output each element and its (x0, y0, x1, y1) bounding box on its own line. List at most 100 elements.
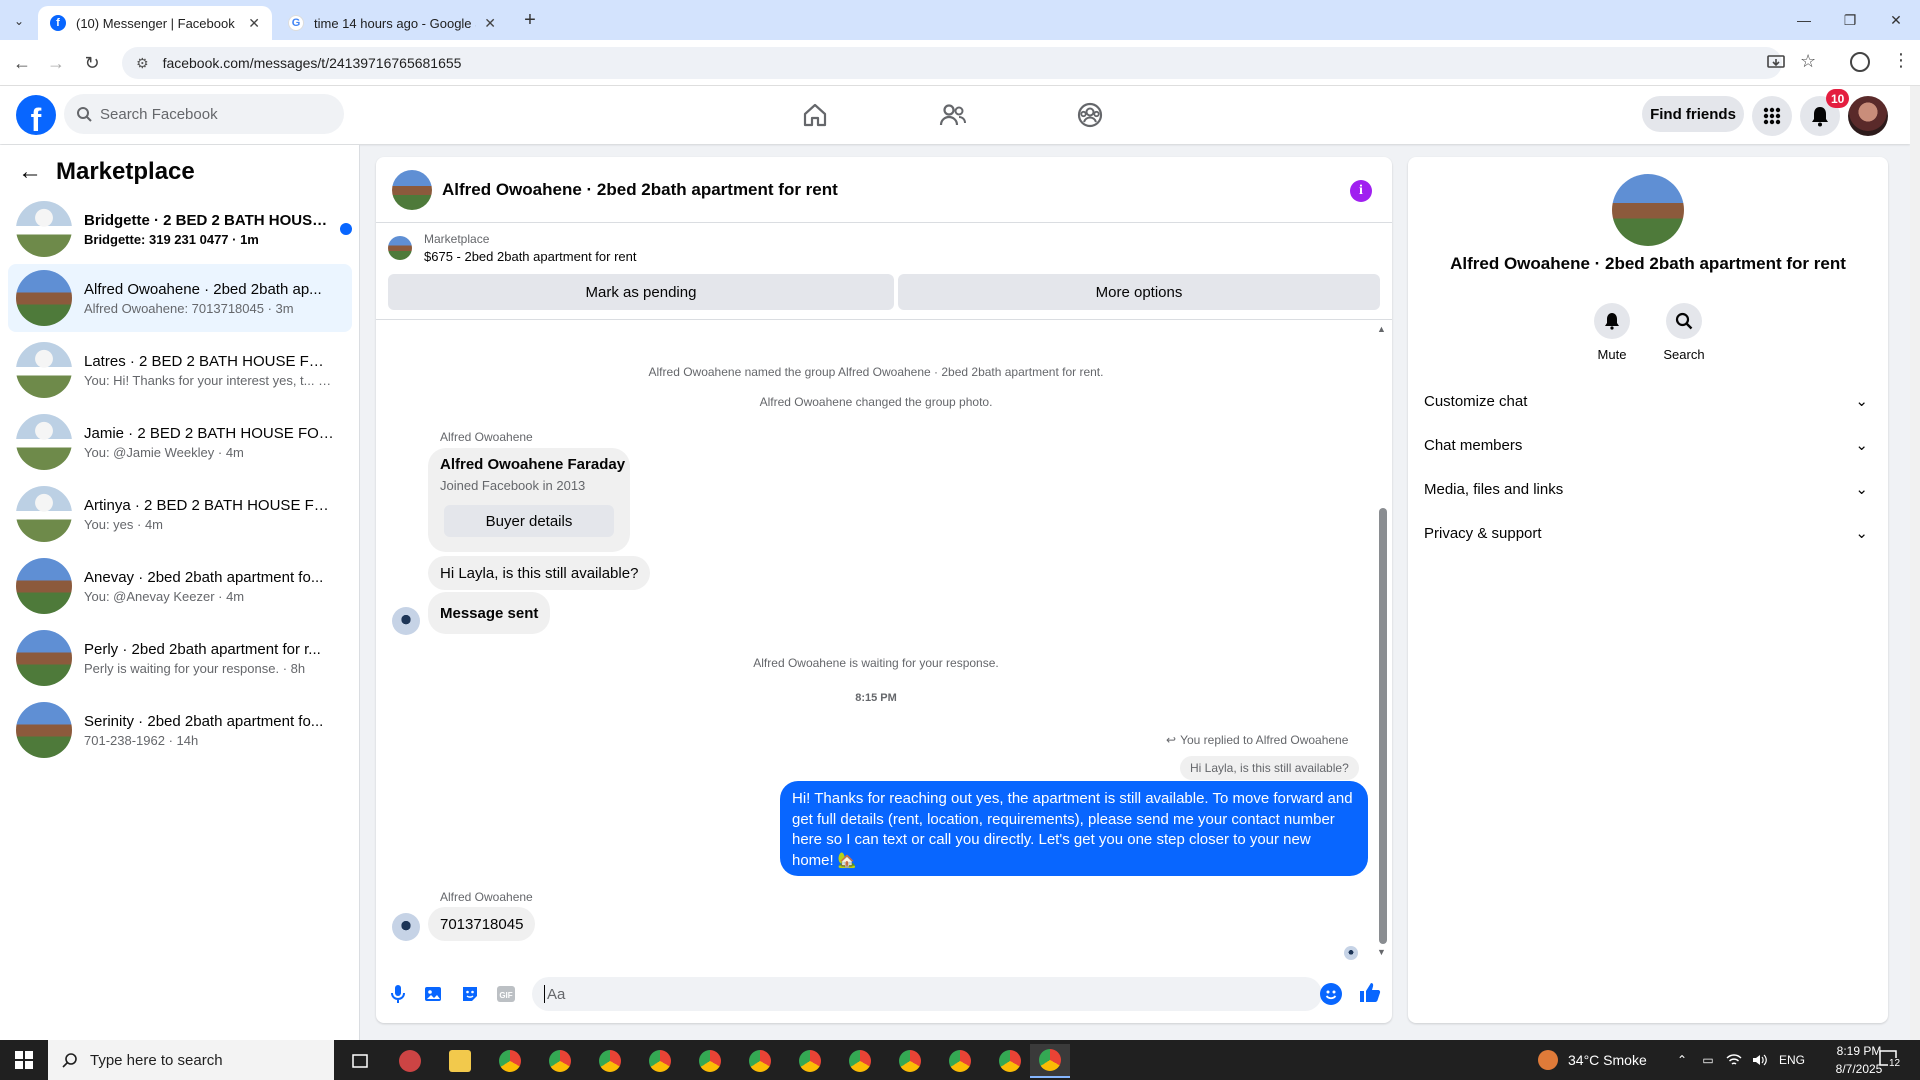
conversation-item-serinity[interactable]: Serinity · 2bed 2bath apartment fo... 701… (8, 696, 352, 764)
sticker-icon[interactable] (458, 982, 482, 1006)
site-info-icon[interactable]: ⚙ (136, 55, 149, 72)
close-window-icon[interactable]: ✕ (1876, 8, 1916, 32)
chrome-icon[interactable] (740, 1044, 780, 1078)
privacy-support-section[interactable]: Privacy & support ⌄ (1424, 515, 1872, 551)
chrome-icon[interactable] (540, 1044, 580, 1078)
show-hidden-icons-icon[interactable]: ⌃ (1670, 1040, 1694, 1080)
new-tab-icon[interactable]: + (518, 8, 542, 32)
volume-icon[interactable] (1748, 1040, 1772, 1080)
reply-label: You replied to Alfred Owoahene (1180, 733, 1349, 747)
incoming-message[interactable]: 7013718045 (428, 907, 536, 941)
chrome-icon[interactable] (790, 1044, 830, 1078)
windows-start-icon[interactable] (0, 1040, 48, 1080)
quoted-message[interactable]: Hi Layla, is this still available? (1180, 756, 1359, 780)
weather-icon (1538, 1050, 1558, 1070)
groups-icon[interactable] (1070, 98, 1110, 132)
menu-grid-icon[interactable] (1752, 96, 1792, 136)
message-input[interactable]: Aa (532, 977, 1322, 1011)
conversation-item-artinya[interactable]: Artinya · 2 BED 2 BATH HOUSE FO... You: y… (8, 480, 352, 548)
conversation-item-jamie[interactable]: Jamie · 2 BED 2 BATH HOUSE FOR ... You: @… (8, 408, 352, 476)
friends-icon[interactable] (933, 98, 973, 132)
weather-widget[interactable]: 34°C Smoke (1538, 1040, 1647, 1080)
outgoing-message[interactable]: Hi! Thanks for reaching out yes, the apa… (780, 781, 1368, 876)
browser-menu-icon[interactable]: ⋮ (1892, 50, 1910, 71)
chat-members-section[interactable]: Chat members ⌄ (1424, 427, 1872, 463)
chrome-icon[interactable] (640, 1044, 680, 1078)
conversation-item-anevay[interactable]: Anevay · 2bed 2bath apartment fo... You: … (8, 552, 352, 620)
customize-chat-section[interactable]: Customize chat ⌄ (1424, 383, 1872, 419)
taskbar-search-placeholder: Type here to search (90, 1051, 223, 1069)
close-tab-icon[interactable]: ✕ (248, 15, 260, 32)
page-scrollbar[interactable] (1910, 86, 1920, 1040)
chrome-icon[interactable] (840, 1044, 880, 1078)
microphone-icon[interactable] (386, 982, 410, 1006)
restore-icon[interactable]: ❐ (1830, 8, 1870, 32)
scroll-up-arrow-icon[interactable]: ▲ (1377, 324, 1386, 334)
meet-now-icon[interactable]: ▭ (1696, 1040, 1720, 1080)
conversation-item-perly[interactable]: Perly · 2bed 2bath apartment for r... Per… (8, 624, 352, 692)
sender-avatar[interactable] (392, 913, 420, 941)
find-friends-button[interactable]: Find friends (1642, 96, 1744, 132)
listing-title: $675 - 2bed 2bath apartment for rent (424, 249, 637, 264)
scroll-down-arrow-icon[interactable]: ▼ (1377, 947, 1386, 957)
chrome-icon[interactable] (590, 1044, 630, 1078)
group-avatar[interactable] (1612, 174, 1684, 246)
file-explorer-icon[interactable] (440, 1044, 480, 1078)
chat-title[interactable]: Alfred Owoahene · 2bed 2bath apartment f… (442, 180, 838, 200)
home-icon[interactable] (795, 98, 835, 132)
reload-icon[interactable]: ↻ (80, 51, 104, 75)
address-bar[interactable]: ⚙ facebook.com/messages/t/24139716765681… (122, 47, 1782, 79)
chrome-icon[interactable] (690, 1044, 730, 1078)
incoming-message[interactable]: Message sent (428, 592, 551, 634)
gif-icon[interactable]: GIF (494, 982, 518, 1006)
account-avatar[interactable] (1848, 96, 1888, 136)
media-files-links-section[interactable]: Media, files and links ⌄ (1424, 471, 1872, 507)
chat-scrollbar[interactable] (1379, 508, 1387, 944)
task-view-icon[interactable] (340, 1044, 380, 1078)
wifi-icon[interactable] (1722, 1040, 1746, 1080)
taskbar-search-input[interactable]: Type here to search (48, 1040, 334, 1080)
notification-center-icon[interactable]: 12 (1878, 1048, 1902, 1070)
back-icon[interactable]: ← (10, 51, 34, 75)
mute-button[interactable]: Mute (1580, 303, 1644, 362)
language-indicator[interactable]: ENG (1774, 1040, 1810, 1080)
conversation-info-panel (1408, 157, 1888, 1023)
tab-title: time 14 hours ago - Google Sea (314, 15, 476, 31)
minimize-icon[interactable]: — (1784, 8, 1824, 32)
bookmark-star-icon[interactable]: ☆ (1800, 51, 1816, 72)
incoming-message[interactable]: Hi Layla, is this still available? (428, 556, 651, 590)
search-in-conversation-button[interactable]: Search (1652, 303, 1716, 362)
sender-avatar[interactable] (392, 607, 420, 635)
like-thumbs-up-icon[interactable] (1358, 981, 1382, 1005)
listing-thumbnail (16, 201, 72, 257)
listing-summary[interactable]: Marketplace $675 - 2bed 2bath apartment … (388, 232, 636, 264)
marketplace-label: Marketplace (424, 232, 490, 246)
tab-google[interactable]: G time 14 hours ago - Google Sea ✕ (276, 6, 508, 40)
buyer-details-button[interactable]: Buyer details (444, 505, 614, 537)
forward-icon[interactable]: → (44, 51, 68, 75)
profile-icon[interactable] (1850, 52, 1870, 72)
chrome-icon[interactable] (490, 1044, 530, 1078)
install-app-icon[interactable] (1766, 53, 1786, 73)
tab-search-icon[interactable]: ⌄ (8, 10, 30, 32)
chrome-icon[interactable] (890, 1044, 930, 1078)
facebook-logo-icon[interactable]: f (16, 95, 56, 135)
conversation-item-bridgette[interactable]: Bridgette · 2 BED 2 BATH HOUSE... Bridget… (8, 195, 352, 263)
facebook-search-input[interactable]: Search Facebook (64, 94, 344, 134)
emoji-icon[interactable] (1320, 983, 1342, 1005)
more-options-button[interactable]: More options (898, 274, 1380, 310)
chrome-icon[interactable] (1030, 1044, 1070, 1078)
conversation-preview: Alfred Owoahene: 7013718045 · 3m (84, 300, 294, 316)
conversation-info-icon[interactable]: i (1350, 180, 1372, 202)
conversation-item-alfred[interactable]: Alfred Owoahene · 2bed 2bath ap... Alfred… (8, 264, 352, 332)
chrome-icon[interactable] (940, 1044, 980, 1078)
tab-messenger[interactable]: f (10) Messenger | Facebook ✕ (38, 6, 272, 40)
chrome-icon[interactable] (990, 1044, 1030, 1078)
close-tab-icon[interactable]: ✕ (484, 15, 496, 32)
chat-avatar[interactable] (392, 169, 432, 210)
photo-icon[interactable] (422, 982, 446, 1006)
mark-as-pending-button[interactable]: Mark as pending (388, 274, 894, 310)
back-arrow-icon[interactable]: ← (18, 158, 42, 186)
conversation-item-latres[interactable]: Latres · 2 BED 2 BATH HOUSE FOR ... You: … (8, 336, 352, 404)
taskbar-app-icon[interactable] (390, 1044, 430, 1078)
